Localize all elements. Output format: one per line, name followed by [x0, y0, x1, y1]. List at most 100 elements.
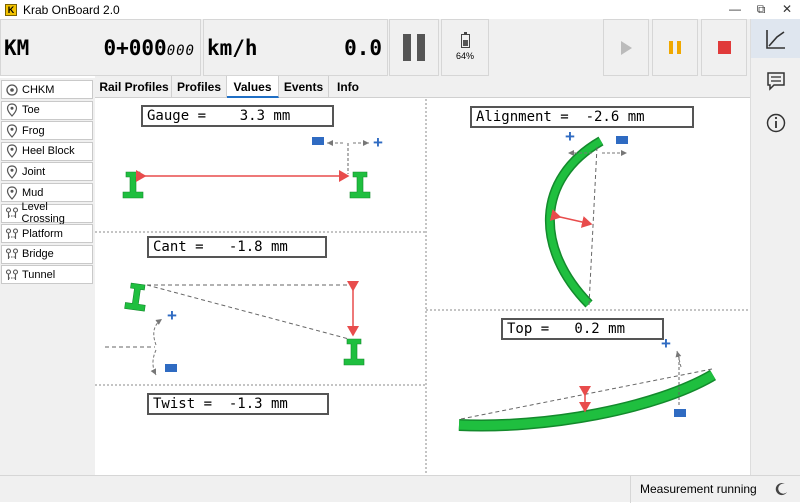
battery-fill [462, 40, 468, 46]
cant-plus-arrow [153, 318, 163, 346]
pin-icon [4, 102, 20, 118]
cant-minus-arrow [150, 349, 157, 376]
sidebar-item-label: CHKM [22, 83, 55, 96]
chart-icon [765, 29, 785, 49]
km-fraction-value: 000 [166, 42, 195, 59]
cant-slope-line [146, 284, 350, 340]
sidebar-item-label: Heel Block [22, 145, 75, 158]
battery-icon [460, 32, 470, 48]
pause-icon [669, 41, 673, 54]
tab-profiles[interactable]: Profiles [172, 76, 227, 98]
minimize-button[interactable]: — [722, 0, 748, 19]
top-plus-sign: + [661, 334, 671, 353]
info-button[interactable] [751, 103, 800, 142]
range-icon [4, 226, 20, 242]
stop-icon [717, 41, 731, 54]
sidebar-item-heel-block[interactable]: Heel Block [1, 141, 93, 161]
gauge-value-label: Gauge = 3.3 mm [141, 105, 334, 127]
play-button[interactable] [603, 19, 649, 76]
right-rail-shape [349, 171, 371, 199]
twist-value-label: Twist = -1.3 mm [147, 393, 329, 415]
window-title: Krab OnBoard 2.0 [23, 2, 120, 17]
pin-icon [4, 143, 20, 159]
sidebar-item-label: Joint [22, 165, 46, 178]
gauge-plus-sign: + [373, 133, 383, 152]
battery-percent: 64% [455, 51, 474, 61]
sidebar-item-label: Toe [22, 104, 40, 117]
sidebar-item-chkm[interactable]: CHKM [1, 80, 93, 99]
pause-icon-bar [417, 34, 425, 61]
tab-events[interactable]: Events [279, 76, 329, 98]
alignment-chord [588, 146, 598, 306]
km-value: 0+000000 [103, 36, 195, 60]
target-icon [4, 82, 20, 98]
moon-icon[interactable] [775, 482, 789, 496]
sidebar-item-toe[interactable]: Toe [1, 100, 93, 120]
close-button[interactable]: ✕ [774, 0, 800, 19]
pause-button[interactable] [652, 19, 698, 76]
km-unit-label: KM [4, 35, 30, 60]
info-icon [766, 113, 785, 132]
km-readout: KM 0+000000 [0, 19, 201, 76]
sidebar-item-bridge[interactable]: Bridge [1, 244, 93, 264]
cant-left-rail [124, 282, 149, 312]
left-rail-shape [122, 171, 144, 199]
alignment-diagram [544, 136, 627, 308]
chart-view-button[interactable] [751, 19, 800, 58]
gauge-diagram [122, 140, 371, 199]
alignment-plus-sign: + [565, 127, 575, 146]
km-main-value: 0+000 [103, 35, 167, 60]
app-logo-icon: K [5, 3, 17, 16]
pin-icon [4, 164, 20, 180]
comments-button[interactable] [751, 61, 800, 100]
event-sidebar: CHKM Toe Frog Heel Block Joint Mud Level Cross… [0, 78, 95, 475]
gauge-minus-sign [312, 137, 324, 145]
alignment-value-label: Alignment = -2.6 mm [470, 106, 694, 128]
sidebar-item-platform[interactable]: Platform [1, 224, 93, 244]
sidebar-item-frog[interactable]: Frog [1, 121, 93, 141]
sidebar-item-label: Platform [22, 227, 63, 240]
cant-diagram [105, 281, 365, 376]
comment-icon [766, 71, 785, 91]
battery-indicator: 64% [441, 19, 489, 76]
top-panel: KM 0+000000 km/h 0.0 64% [0, 19, 750, 76]
sidebar-item-level-crossing[interactable]: Level Crossing [1, 201, 93, 226]
values-diagram [95, 99, 750, 475]
range-icon [4, 267, 20, 283]
pin-icon [4, 185, 20, 201]
sidebar-item-label: Mud [22, 186, 44, 199]
tab-bar: Rail Profiles Profiles Values Events Inf… [95, 76, 750, 98]
pause-icon-bar [677, 41, 681, 54]
speed-unit-label: km/h [207, 35, 258, 60]
pin-icon [4, 123, 20, 139]
cant-plus-sign: + [167, 306, 177, 325]
range-icon [4, 205, 20, 221]
top-value-label: Top = 0.2 mm [501, 318, 664, 340]
status-text: Measurement running [630, 476, 762, 503]
sidebar-item-label: Tunnel [22, 268, 56, 281]
title-bar: K Krab OnBoard 2.0 — ⧉ ✕ [0, 0, 800, 19]
pause-recording-button[interactable] [389, 19, 439, 76]
sidebar-item-mud[interactable]: Mud [1, 183, 93, 202]
sidebar-item-label: Bridge [22, 248, 54, 261]
sidebar-item-joint[interactable]: Joint [1, 162, 93, 182]
sidebar-item-tunnel[interactable]: Tunnel [1, 265, 93, 285]
right-rail [750, 19, 800, 475]
alignment-minus-sign [616, 136, 628, 144]
speed-readout: km/h 0.0 [203, 19, 388, 76]
alignment-arrow [549, 209, 593, 228]
sidebar-item-label: Level Crossing [21, 201, 65, 226]
cant-value-label: Cant = -1.8 mm [147, 236, 327, 258]
cant-right-rail [343, 338, 365, 366]
play-icon [620, 40, 632, 55]
sidebar-item-label: Frog [22, 124, 45, 137]
stop-button[interactable] [701, 19, 747, 76]
speed-value: 0.0 [344, 35, 382, 60]
tab-rail-profiles[interactable]: Rail Profiles [97, 76, 172, 98]
pause-icon [403, 34, 411, 61]
range-icon [4, 246, 20, 262]
restore-button[interactable]: ⧉ [748, 0, 774, 19]
tab-info[interactable]: Info [329, 76, 367, 98]
cant-minus-sign [165, 364, 177, 372]
tab-values[interactable]: Values [227, 76, 279, 98]
